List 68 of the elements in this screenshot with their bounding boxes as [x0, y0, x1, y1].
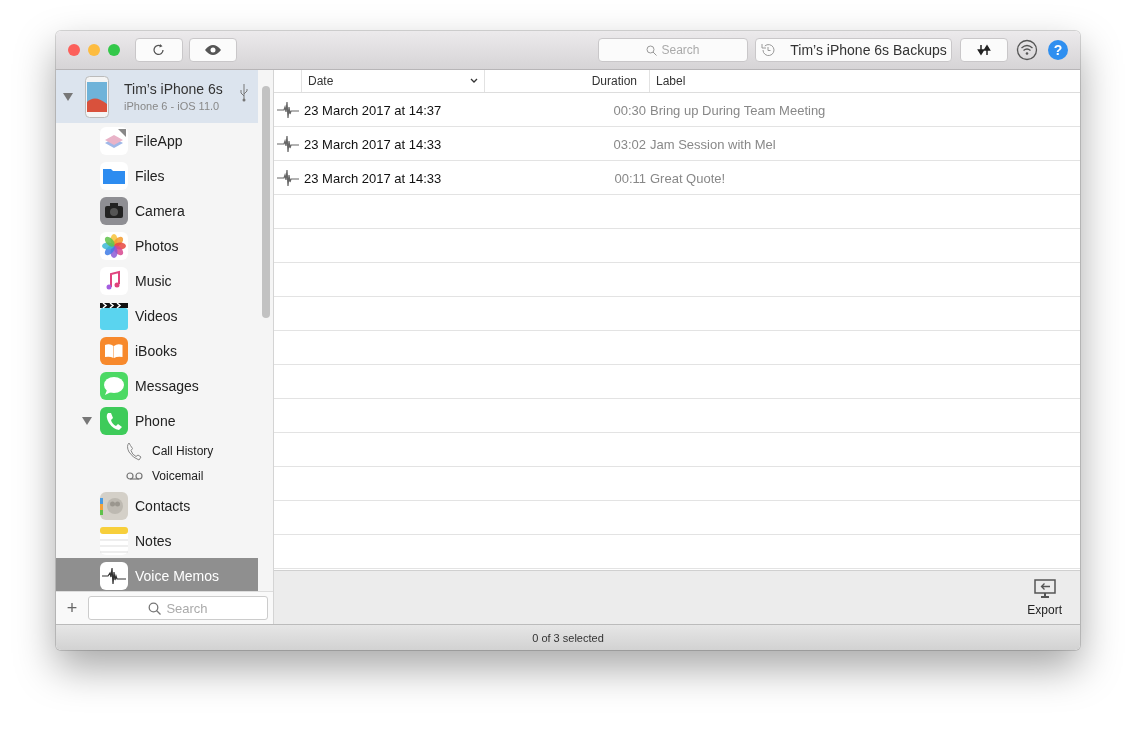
transfer-button[interactable] — [960, 38, 1008, 62]
phone-icon — [125, 440, 144, 461]
sidebar-item[interactable]: iBooks — [56, 333, 258, 368]
sidebar-subitem[interactable]: Voicemail — [56, 463, 258, 488]
disclosure-triangle[interactable] — [82, 416, 92, 425]
waveform-icon — [276, 170, 299, 186]
app-icon — [100, 526, 128, 555]
sidebar-item[interactable]: Messages — [56, 368, 258, 403]
search-icon — [148, 601, 162, 615]
disclosure-triangle[interactable] — [63, 92, 73, 101]
table-row[interactable]: 23 March 2017 at 14:33 03:02 Jam Session with Mel — [274, 127, 1080, 161]
close-button[interactable] — [68, 44, 80, 56]
sidebar-item[interactable]: Videos — [56, 298, 258, 333]
device-subtitle: iPhone 6 - iOS 11.0 — [124, 100, 221, 112]
label-cell: Jam Session with Mel — [650, 136, 776, 152]
app-icon — [100, 266, 128, 295]
app-icon — [100, 161, 128, 190]
app-icon — [100, 196, 128, 225]
export-button[interactable]: Export — [1027, 578, 1062, 617]
duration-cell: 00:30 — [613, 102, 646, 118]
table-row[interactable]: 23 March 2017 at 14:37 00:30 Bring up During Team Meeting — [274, 93, 1080, 127]
refresh-button[interactable] — [135, 38, 183, 62]
app-icon — [100, 336, 128, 365]
sidebar-subitem[interactable]: Call History — [56, 438, 258, 463]
column-header[interactable]: Label — [649, 70, 1080, 92]
monitor-icon — [1033, 578, 1056, 599]
column-header[interactable]: Date — [301, 70, 484, 92]
date-cell-text: 23 March 2017 at 14:33 — [303, 136, 443, 152]
label-cell: Bring up During Team Meeting — [650, 102, 826, 118]
scrollbar-thumb[interactable] — [261, 86, 270, 318]
phone-device-icon — [85, 75, 109, 118]
app-icon — [100, 231, 128, 260]
search-icon — [646, 44, 658, 56]
sidebar-item[interactable]: Contacts — [56, 488, 258, 523]
backups-button[interactable]: Tim’s iPhone 6s Backups — [755, 38, 952, 62]
device-header[interactable]: Tim’s iPhone 6s iPhone 6 - iOS 11.0 — [56, 70, 258, 123]
wifi-sync-icon[interactable] — [1016, 39, 1038, 61]
waveform-icon — [276, 102, 299, 118]
preview-button[interactable] — [189, 38, 237, 62]
duration-cell: 03:02 — [613, 136, 646, 152]
eye-icon — [204, 44, 222, 56]
date-cell-text: 23 March 2017 at 14:37 — [303, 102, 443, 118]
sidebar-item[interactable]: Photos — [56, 228, 258, 263]
app-icon — [100, 126, 128, 155]
history-icon — [760, 42, 777, 58]
app-icon — [100, 371, 128, 400]
arrows-icon — [977, 44, 991, 56]
app-icon — [100, 406, 128, 435]
date-cell-text: 23 March 2017 at 14:33 — [303, 170, 443, 186]
waveform-icon — [276, 136, 299, 152]
usb-icon — [240, 84, 248, 102]
label-cell: Great Quote! — [650, 170, 726, 186]
column-header[interactable]: Duration — [484, 70, 649, 92]
sidebar-item[interactable]: Phone — [56, 403, 258, 438]
sidebar-item[interactable]: Music — [56, 263, 258, 298]
chevron-icon — [470, 78, 478, 84]
sidebar-item[interactable]: Notes — [56, 523, 258, 558]
status-bar: 0 of 3 selected — [56, 624, 1080, 650]
duration-cell: 00:11 — [614, 170, 646, 186]
app-icon — [100, 491, 128, 520]
device-name: Tim’s iPhone 6s — [124, 81, 223, 97]
add-button[interactable]: + — [56, 597, 88, 619]
sidebar-item[interactable]: Camera — [56, 193, 258, 228]
refresh-icon — [152, 43, 166, 57]
sidebar-item[interactable]: Files — [56, 158, 258, 193]
app-icon — [100, 301, 128, 330]
table-row[interactable]: 23 March 2017 at 14:33 00:11 Great Quote! — [274, 161, 1080, 195]
sidebar-item[interactable]: FileApp — [56, 123, 258, 158]
